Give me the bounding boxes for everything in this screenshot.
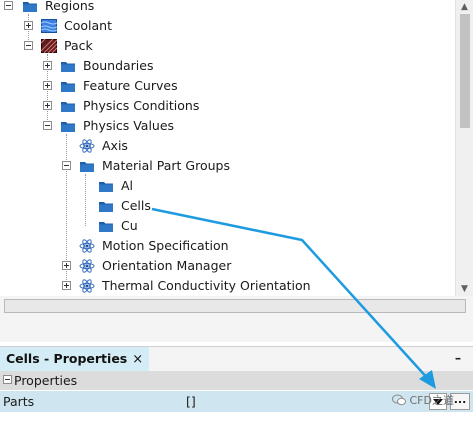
- tree-item-label: Physics Values: [83, 118, 175, 133]
- watermark-text: CFD之道: [409, 394, 454, 407]
- scrollbar-thumb[interactable]: [460, 14, 470, 128]
- expand-toggle[interactable]: [43, 61, 52, 70]
- scroll-up-arrow-icon[interactable]: ▲: [456, 0, 473, 14]
- tree-item-label: Thermal Conductivity Orientation: [102, 278, 311, 293]
- tree-horizontal-scrollbar[interactable]: [4, 299, 466, 313]
- tree-item-label: Orientation Manager: [102, 258, 232, 273]
- atom-icon: [79, 279, 95, 293]
- folder-icon: [80, 162, 94, 172]
- expand-toggle[interactable]: [43, 101, 52, 110]
- collapse-toggle[interactable]: [24, 41, 33, 50]
- tree-item-axis[interactable]: Axis: [0, 136, 440, 156]
- property-value[interactable]: []: [186, 391, 196, 412]
- tree-item-label: Coolant: [64, 18, 112, 33]
- tree-item-thermal-conductivity-orientation[interactable]: Thermal Conductivity Orientation: [0, 276, 440, 296]
- tree-item-coolant[interactable]: Coolant: [0, 16, 440, 36]
- property-name: Parts: [3, 394, 35, 409]
- atom-icon: [79, 239, 95, 253]
- folder-icon: [99, 182, 113, 192]
- tree-item-cu[interactable]: Cu: [0, 216, 440, 236]
- bottom-strip: [0, 412, 473, 421]
- tree-vertical-scrollbar[interactable]: ▲ ▼: [455, 0, 473, 296]
- tree-item-cells[interactable]: Cells: [0, 196, 440, 216]
- collapse-toggle[interactable]: [43, 121, 52, 130]
- tab-title: Cells - Properties: [6, 351, 128, 366]
- expand-toggle[interactable]: [62, 261, 71, 270]
- folder-icon: [23, 2, 37, 12]
- expand-toggle[interactable]: [62, 281, 71, 290]
- folder-icon: [61, 122, 75, 132]
- tree-item-label: Physics Conditions: [83, 98, 200, 113]
- folder-icon: [99, 222, 113, 232]
- folder-icon: [99, 202, 113, 212]
- tree-item-physics-conditions[interactable]: Physics Conditions: [0, 96, 440, 116]
- tree-item-label: Cells: [121, 198, 151, 213]
- tree-item-label: Feature Curves: [83, 78, 178, 93]
- collapse-toggle[interactable]: [3, 375, 12, 384]
- tree-item-label: Axis: [102, 138, 128, 153]
- tree-item-label: Al: [121, 178, 134, 193]
- folder-icon: [61, 62, 75, 72]
- tab-cells-properties[interactable]: Cells - Properties ×: [0, 347, 150, 371]
- atom-icon: [79, 259, 95, 273]
- tree-item-label: Regions: [45, 0, 95, 13]
- tree-item-label: Material Part Groups: [102, 158, 230, 173]
- tree-item-label: Cu: [121, 218, 138, 233]
- scroll-down-arrow-icon[interactable]: ▼: [456, 282, 473, 296]
- simulation-tree: Regions Coolant Pack Boundaries Feature …: [0, 0, 455, 296]
- tree-item-boundaries[interactable]: Boundaries: [0, 56, 440, 76]
- mesh-region-icon: [41, 19, 57, 33]
- hatched-region-icon: [41, 39, 57, 53]
- expand-toggle[interactable]: [24, 21, 33, 30]
- wechat-icon: [392, 394, 406, 406]
- properties-tab-bar: Cells - Properties × –: [0, 346, 473, 371]
- tree-footer: [0, 296, 473, 342]
- tree-item-label: Boundaries: [83, 58, 154, 73]
- tree-item-regions[interactable]: Regions: [0, 0, 440, 16]
- minimize-icon[interactable]: –: [451, 351, 465, 365]
- collapse-toggle[interactable]: [62, 161, 71, 170]
- atom-icon: [79, 139, 95, 153]
- tree-item-motion-specification[interactable]: Motion Specification: [0, 236, 440, 256]
- collapse-toggle[interactable]: [4, 1, 13, 10]
- tree-item-label: Motion Specification: [102, 238, 229, 253]
- folder-icon: [61, 82, 75, 92]
- tree-item-physics-values[interactable]: Physics Values: [0, 116, 440, 136]
- tree-item-pack[interactable]: Pack: [0, 36, 440, 56]
- close-icon[interactable]: ×: [132, 352, 143, 367]
- tree-item-orientation-manager[interactable]: Orientation Manager: [0, 256, 440, 276]
- watermark: CFD之道: [392, 392, 454, 410]
- folder-icon: [61, 102, 75, 112]
- tree-item-label: Pack: [64, 38, 93, 53]
- section-title: Properties: [14, 373, 78, 388]
- expand-toggle[interactable]: [43, 81, 52, 90]
- tree-item-feature-curves[interactable]: Feature Curves: [0, 76, 440, 96]
- tree-item-material-part-groups[interactable]: Material Part Groups: [0, 156, 440, 176]
- tree-item-al[interactable]: Al: [0, 176, 440, 196]
- properties-section-header[interactable]: Properties: [0, 371, 473, 390]
